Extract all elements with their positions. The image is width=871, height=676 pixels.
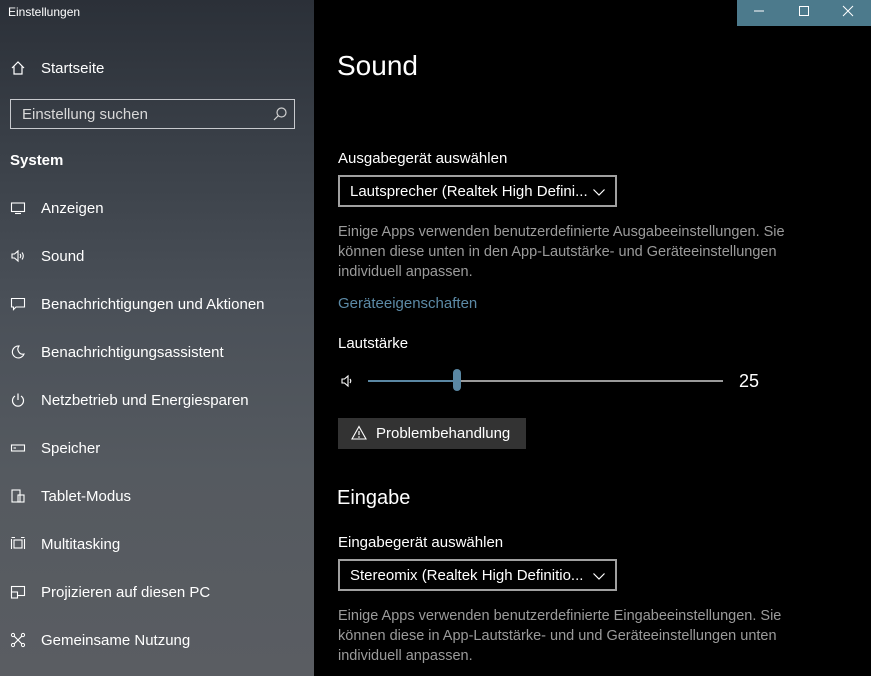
- volume-label: Lautstärke: [338, 335, 409, 352]
- moon-icon: [9, 343, 27, 361]
- sidebar-item-label: Speicher: [41, 439, 101, 457]
- sidebar-item-benachrichtigungen[interactable]: Benachrichtigungen und Aktionen: [0, 284, 314, 324]
- sidebar-item-tablet[interactable]: Tablet-Modus: [0, 476, 314, 516]
- sidebar-item-home[interactable]: Startseite: [0, 48, 314, 88]
- output-device-label: Ausgabegerät auswählen: [338, 150, 508, 167]
- display-icon: [9, 199, 27, 217]
- sidebar-item-gemeinsame-nutzung[interactable]: Gemeinsame Nutzung: [0, 620, 314, 660]
- sidebar-item-label: Tablet-Modus: [41, 487, 132, 505]
- slider-fill: [368, 380, 457, 382]
- sidebar-item-label: Benachrichtigungsassistent: [41, 343, 224, 361]
- volume-speaker-icon[interactable]: [340, 373, 356, 394]
- section-title: System: [10, 152, 64, 169]
- input-heading: Eingabe: [337, 487, 411, 509]
- chevron-down-icon: [592, 185, 606, 197]
- slider-thumb[interactable]: [452, 369, 461, 391]
- storage-icon: [9, 439, 27, 457]
- device-properties-link[interactable]: Geräteeigenschaften: [338, 295, 477, 312]
- multitasking-icon: [9, 535, 27, 553]
- sidebar-item-label: Sound: [41, 247, 85, 265]
- sidebar-item-label: Anzeigen: [41, 199, 104, 217]
- output-description: Einige Apps verwenden benutzerdefinierte…: [338, 224, 785, 280]
- share-icon: [9, 631, 27, 649]
- sidebar: Einstellungen Startseite System Anzeigen…: [0, 0, 314, 676]
- input-device-dropdown[interactable]: Stereomix (Realtek High Definitio...: [338, 559, 617, 591]
- chevron-down-icon: [592, 569, 606, 581]
- output-device-value: Lautsprecher (Realtek High Defini...: [350, 183, 588, 200]
- notification-icon: [9, 295, 27, 313]
- search-icon[interactable]: [272, 106, 288, 122]
- volume-value: 25: [739, 371, 760, 391]
- sidebar-item-assistent[interactable]: Benachrichtigungsassistent: [0, 332, 314, 372]
- sidebar-item-sound[interactable]: Sound: [0, 236, 314, 276]
- project-icon: [9, 583, 27, 601]
- speaker-icon: [9, 247, 27, 265]
- sidebar-item-anzeigen[interactable]: Anzeigen: [0, 188, 314, 228]
- search-box[interactable]: [10, 99, 295, 129]
- sidebar-item-label: Startseite: [41, 59, 105, 77]
- troubleshoot-button[interactable]: Problembehandlung: [338, 418, 526, 449]
- input-description: Einige Apps verwenden benutzerdefinierte…: [338, 608, 782, 664]
- sidebar-item-label: Benachrichtigungen und Aktionen: [41, 295, 265, 313]
- sidebar-item-multitasking[interactable]: Multitasking: [0, 524, 314, 564]
- sidebar-item-label: Netzbetrieb und Energiesparen: [41, 391, 249, 409]
- power-icon: [9, 391, 27, 409]
- input-device-value: Stereomix (Realtek High Definitio...: [350, 567, 584, 584]
- input-device-label: Eingabegerät auswählen: [338, 534, 504, 551]
- sidebar-item-label: Multitasking: [41, 535, 121, 553]
- app-title: Einstellungen: [8, 5, 81, 19]
- home-icon: [9, 59, 27, 77]
- sidebar-item-label: Gemeinsame Nutzung: [41, 631, 191, 649]
- sidebar-item-projizieren[interactable]: Projizieren auf diesen PC: [0, 572, 314, 612]
- sidebar-item-speicher[interactable]: Speicher: [0, 428, 314, 468]
- sidebar-item-netzbetrieb[interactable]: Netzbetrieb und Energiesparen: [0, 380, 314, 420]
- sidebar-item-label: Projizieren auf diesen PC: [41, 583, 211, 601]
- warning-icon: [351, 425, 367, 441]
- troubleshoot-label: Problembehandlung: [376, 425, 511, 442]
- search-input[interactable]: [11, 100, 266, 128]
- tablet-icon: [9, 487, 27, 505]
- volume-slider[interactable]: [338, 368, 778, 394]
- main-panel: Sound Ausgabegerät auswählen Lautspreche…: [314, 0, 871, 676]
- output-device-dropdown[interactable]: Lautsprecher (Realtek High Defini...: [338, 175, 617, 207]
- page-title: Sound: [337, 50, 418, 81]
